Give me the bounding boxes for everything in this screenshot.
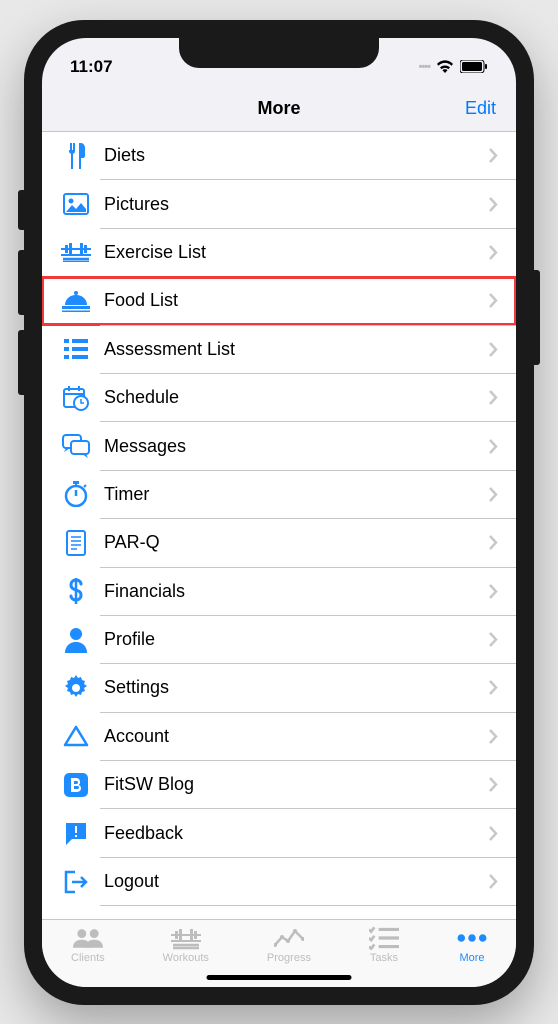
cloche-icon (60, 285, 92, 317)
screen: 11:07 •••• More Edit Diets Pictures Exerci… (42, 38, 516, 987)
list-item-label: Schedule (104, 387, 489, 408)
tab-label: Progress (267, 952, 311, 964)
list-item[interactable]: PAR-Q (42, 519, 516, 567)
chevron-right-icon (489, 245, 498, 260)
barbell-icon (60, 236, 92, 268)
list-item[interactable]: FitSW Blog (42, 761, 516, 809)
page-title: More (257, 98, 300, 119)
list-item-label: Profile (104, 629, 489, 650)
list-item-label: Pictures (104, 194, 489, 215)
list-item-label: Messages (104, 436, 489, 457)
list-item-label: Diets (104, 145, 489, 166)
side-button (18, 190, 24, 230)
list-item[interactable]: Logout (42, 857, 516, 905)
nav-bar: More Edit (42, 86, 516, 132)
list-item[interactable]: Feedback (42, 809, 516, 857)
list-item-label: Feedback (104, 823, 489, 844)
battery-icon (460, 60, 488, 73)
home-indicator[interactable] (207, 975, 352, 980)
chevron-right-icon (489, 439, 498, 454)
tab-label: Tasks (370, 952, 398, 964)
tab-more[interactable]: More (457, 926, 487, 964)
chevron-right-icon (489, 390, 498, 405)
tab-label: Clients (71, 952, 105, 964)
list-item[interactable]: Settings (42, 664, 516, 712)
tab-clients[interactable]: Clients (71, 926, 105, 964)
list-item-label: PAR-Q (104, 532, 489, 553)
chevron-right-icon (489, 148, 498, 163)
chevron-right-icon (489, 584, 498, 599)
chevron-right-icon (489, 777, 498, 792)
wifi-icon (436, 60, 454, 73)
notch (179, 38, 379, 68)
list-item-label: Account (104, 726, 489, 747)
chevron-right-icon (489, 293, 498, 308)
calendar-clock-icon (60, 382, 92, 414)
list-item[interactable]: Schedule (42, 373, 516, 421)
list-item[interactable]: Financials (42, 567, 516, 615)
tab-label: More (459, 952, 484, 964)
stopwatch-icon (60, 478, 92, 510)
list-item[interactable]: Messages (42, 422, 516, 470)
status-time: 11:07 (70, 57, 113, 77)
signal-dots-icon: •••• (419, 61, 430, 73)
list-item-label: Food List (104, 290, 489, 311)
triangle-icon (60, 720, 92, 752)
chevron-right-icon (489, 197, 498, 212)
status-icons: •••• (419, 60, 488, 73)
people-icon (73, 926, 103, 950)
list-item[interactable]: Timer (42, 470, 516, 518)
chevron-right-icon (489, 680, 498, 695)
feedback-icon (60, 817, 92, 849)
list-item-label: Timer (104, 484, 489, 505)
chevron-right-icon (489, 487, 498, 502)
more-icon (457, 926, 487, 950)
phone-frame: 11:07 •••• More Edit Diets Pictures Exerci… (24, 20, 534, 1005)
chat-icon (60, 430, 92, 462)
list-item-label: Exercise List (104, 242, 489, 263)
document-icon (60, 527, 92, 559)
dollar-icon (60, 575, 92, 607)
side-button (18, 250, 24, 315)
list-item[interactable]: Food List (42, 277, 516, 325)
list-icon (60, 333, 92, 365)
list-item[interactable]: Exercise List (42, 228, 516, 276)
chevron-right-icon (489, 632, 498, 647)
list-item[interactable]: Pictures (42, 180, 516, 228)
list-item-label: Financials (104, 581, 489, 602)
barbell-icon (171, 926, 201, 950)
list-item[interactable]: Profile (42, 615, 516, 663)
chevron-right-icon (489, 826, 498, 841)
side-button (534, 270, 540, 365)
utensils-icon (60, 140, 92, 172)
profile-icon (60, 624, 92, 656)
list-item[interactable]: Assessment List (42, 325, 516, 373)
checklist-icon (369, 926, 399, 950)
edit-button[interactable]: Edit (465, 98, 496, 119)
gear-icon (60, 672, 92, 704)
chevron-right-icon (489, 535, 498, 550)
tab-progress[interactable]: Progress (267, 926, 311, 964)
blog-icon (60, 769, 92, 801)
logout-icon (60, 866, 92, 898)
chevron-right-icon (489, 729, 498, 744)
image-icon (60, 188, 92, 220)
side-button (18, 330, 24, 395)
tab-workouts[interactable]: Workouts (163, 926, 209, 964)
list-item[interactable]: Account (42, 712, 516, 760)
list-item-label: FitSW Blog (104, 774, 489, 795)
chevron-right-icon (489, 342, 498, 357)
menu-list: Diets Pictures Exercise List Food List Asses… (42, 132, 516, 919)
chevron-right-icon (489, 874, 498, 889)
list-item[interactable]: Diets (42, 132, 516, 180)
tab-label: Workouts (163, 952, 209, 964)
list-item-label: Settings (104, 677, 489, 698)
tab-tasks[interactable]: Tasks (369, 926, 399, 964)
chart-icon (274, 926, 304, 950)
list-item-label: Logout (104, 871, 489, 892)
list-item-label: Assessment List (104, 339, 489, 360)
